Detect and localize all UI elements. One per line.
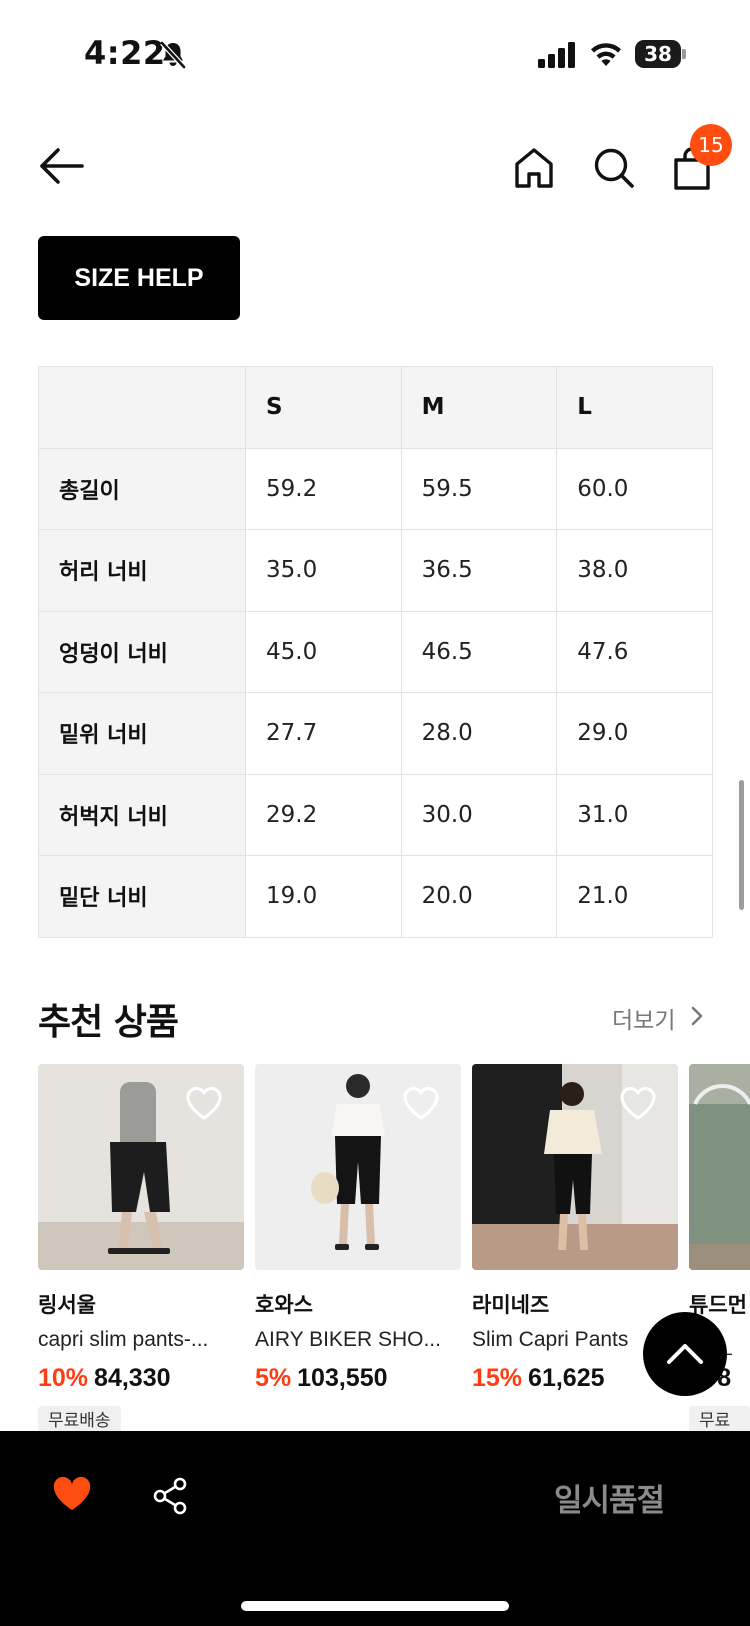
scroll-to-top-button[interactable]: [643, 1312, 727, 1396]
home-icon[interactable]: [513, 146, 555, 190]
size-value: 60.0: [556, 447, 713, 530]
product-card[interactable]: 링서울 capri slim pants-... 10% 84,330 무료배송: [38, 1064, 244, 1436]
product-price: 103,550: [297, 1364, 388, 1392]
size-value: 29.2: [245, 773, 402, 856]
search-icon[interactable]: [593, 146, 635, 190]
share-icon[interactable]: [151, 1476, 189, 1516]
heart-outline-icon[interactable]: [401, 1084, 441, 1122]
product-image[interactable]: [689, 1064, 750, 1270]
heart-outline-icon[interactable]: [184, 1084, 224, 1122]
status-bar: 4:22 38: [0, 0, 750, 110]
size-table-row: 엉덩이 너비 45.0 46.5 47.6: [38, 610, 713, 693]
discount-rate: 10%: [38, 1364, 89, 1392]
size-table-row: 밑위 너비 27.7 28.0 29.0: [38, 692, 713, 775]
row-label: 엉덩이 너비: [38, 610, 246, 693]
size-value: 21.0: [556, 855, 713, 938]
size-table-corner: [38, 366, 246, 449]
size-value: 59.5: [400, 447, 558, 530]
size-help-button[interactable]: SIZE HELP: [38, 236, 240, 320]
size-column-l: L: [556, 366, 713, 449]
size-value: 47.6: [556, 610, 713, 693]
product-brand: 링서울: [38, 1293, 96, 1317]
row-label: 밑위 너비: [38, 692, 246, 775]
battery-icon: 38: [635, 40, 686, 68]
scroll-indicator[interactable]: [739, 780, 744, 910]
bell-slash-icon: [160, 41, 186, 69]
bottom-action-bar: [0, 1431, 750, 1626]
back-arrow-icon[interactable]: [38, 146, 84, 186]
row-label: 허벅지 너비: [38, 773, 246, 856]
product-card[interactable]: 호와스 AIRY BIKER SHO... 5% 103,550: [255, 1064, 461, 1392]
home-indicator[interactable]: [241, 1601, 509, 1611]
size-value: 30.0: [400, 773, 558, 856]
recommended-title: 추천 상품: [38, 1002, 179, 1043]
size-value: 46.5: [400, 610, 558, 693]
product-name[interactable]: capri slim pants-...: [38, 1328, 244, 1352]
size-value: 28.0: [400, 692, 558, 775]
discount-rate: 15%: [472, 1364, 523, 1392]
chevron-up-icon: [667, 1344, 703, 1364]
size-table-header: S M L: [38, 366, 713, 449]
size-table-row: 총길이 59.2 59.5 60.0: [38, 447, 713, 530]
product-photo: [689, 1064, 750, 1270]
size-column-s: S: [245, 366, 402, 449]
soldout-label: 일시품절: [554, 1483, 665, 1519]
size-value: 45.0: [245, 610, 402, 693]
product-price: 61,625: [528, 1364, 605, 1392]
product-brand: 라미네즈: [472, 1293, 550, 1317]
size-table-row: 허리 너비 35.0 36.5 38.0: [38, 529, 713, 612]
heart-filled-icon[interactable]: [52, 1476, 92, 1512]
see-more-link[interactable]: 더보기: [612, 1001, 675, 1035]
product-card[interactable]: 라미네즈 Slim Capri Pants 15% 61,625: [472, 1064, 678, 1392]
size-value: 27.7: [245, 692, 402, 775]
size-value: 35.0: [245, 529, 402, 612]
chevron-right-icon[interactable]: [690, 1005, 704, 1027]
product-image[interactable]: [255, 1064, 461, 1270]
product-price: 84,330: [94, 1364, 171, 1392]
size-column-m: M: [400, 366, 558, 449]
cellular-signal-icon: [538, 42, 575, 68]
row-label: 허리 너비: [38, 529, 246, 612]
row-label: 총길이: [38, 447, 246, 530]
wifi-icon: [591, 43, 621, 66]
cart-count-badge: 15: [690, 124, 732, 166]
size-value: 59.2: [245, 447, 402, 530]
discount-rate: 5%: [255, 1364, 292, 1392]
size-value: 31.0: [556, 773, 713, 856]
price-row: 15% 61,625: [472, 1364, 605, 1393]
price-row: 5% 103,550: [255, 1364, 388, 1393]
heart-outline-icon[interactable]: [618, 1084, 658, 1122]
size-value: 20.0: [400, 855, 558, 938]
size-value: 36.5: [400, 529, 558, 612]
row-label: 밑단 너비: [38, 855, 246, 938]
size-value: 19.0: [245, 855, 402, 938]
product-image[interactable]: [472, 1064, 678, 1270]
battery-level: 38: [644, 42, 672, 66]
status-time: 4:22: [84, 34, 166, 72]
product-brand: 호와스: [255, 1293, 313, 1317]
product-name[interactable]: AIRY BIKER SHO...: [255, 1328, 461, 1352]
size-table-row: 밑단 너비 19.0 20.0 21.0: [38, 855, 713, 938]
size-value: 38.0: [556, 529, 713, 612]
size-table: S M L 총길이 59.2 59.5 60.0 허리 너비 35.0 36.5…: [38, 366, 713, 938]
size-value: 29.0: [556, 692, 713, 775]
price-row: 10% 84,330: [38, 1364, 171, 1393]
product-image[interactable]: [38, 1064, 244, 1270]
size-table-row: 허벅지 너비 29.2 30.0 31.0: [38, 773, 713, 856]
